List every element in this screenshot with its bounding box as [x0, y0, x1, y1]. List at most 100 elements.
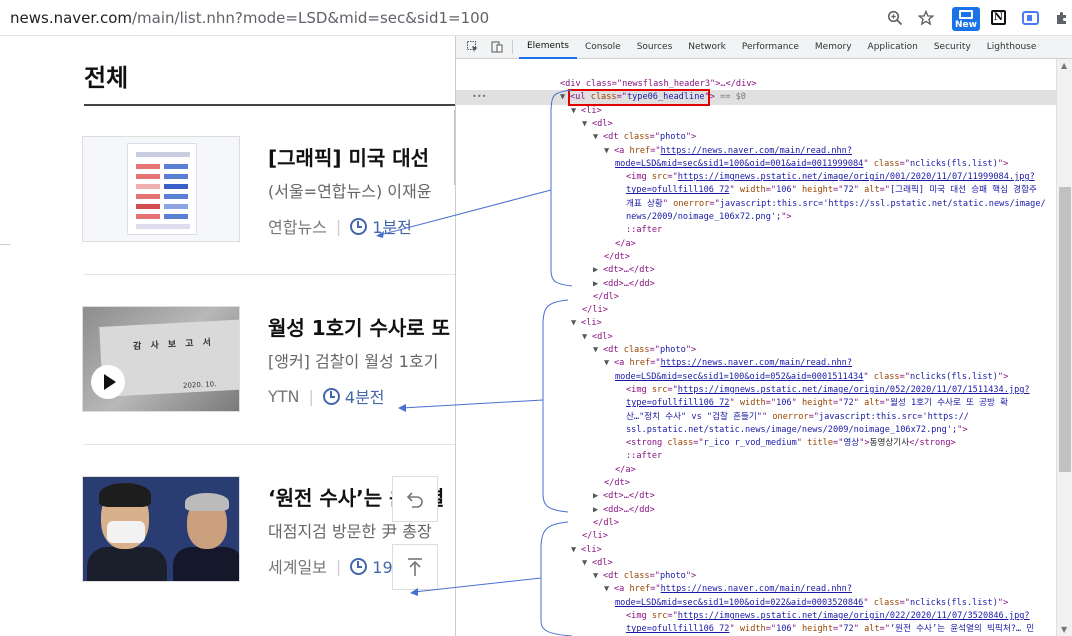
address-bar: news.naver.com/main/list.nhn?mode=LSD&mi… — [0, 0, 1072, 36]
tab-security[interactable]: Security — [926, 36, 979, 59]
dom-node-line[interactable]: </dt> — [604, 251, 630, 264]
dom-node-line[interactable]: </dt> — [604, 477, 630, 490]
article-title[interactable]: [그래픽] 미국 대선 — [268, 142, 429, 171]
dom-node-line[interactable]: </dl> — [593, 291, 619, 304]
tab-sources[interactable]: Sources — [629, 36, 681, 59]
tab-application[interactable]: Application — [860, 36, 926, 59]
news-list-page: 전체 [그래픽] 미국 대선 (서울=연합뉴스) 이재윤 연합뉴스 | 1분전 — [0, 36, 455, 636]
dom-node-line[interactable]: mode=LSD&mid=sec&sid1=100&oid=022&aid=00… — [615, 597, 1008, 610]
list-divider — [84, 274, 455, 275]
dom-node-line[interactable]: 개표 상황" onerror="javascript:this.src='htt… — [626, 198, 1046, 211]
dom-node-line[interactable]: ▼ <dl> — [582, 331, 613, 344]
article-source: 연합뉴스 — [268, 218, 327, 237]
new-extension-icon[interactable]: New — [952, 7, 980, 31]
tab-memory[interactable]: Memory — [807, 36, 860, 59]
notion-icon[interactable]: N — [991, 10, 1006, 25]
dom-node-line[interactable]: ssl.pstatic.net/static.news/image/news/2… — [626, 424, 968, 437]
meta-separator: | — [335, 216, 342, 236]
url-path: /main/list.nhn?mode=LSD&mid=sec&sid1=100 — [132, 9, 490, 27]
dom-node-line[interactable]: mode=LSD&mid=sec&sid1=100&oid=001&aid=00… — [615, 158, 1008, 171]
dom-node-line[interactable]: 산…"정치 수사" vs "검찰 흔들기"" onerror="javascri… — [626, 411, 969, 424]
tab-console[interactable]: Console — [577, 36, 629, 59]
article-source: 세계일보 — [268, 558, 327, 577]
clock-icon — [322, 387, 340, 405]
tab-network[interactable]: Network — [680, 36, 734, 59]
extension-icon[interactable] — [1022, 11, 1039, 25]
clock-icon — [350, 217, 368, 235]
dom-node-line[interactable]: ▶ <dd>…</dd> — [593, 278, 655, 291]
dom-node-line[interactable]: <img src="https://imgnews.pstatic.net/im… — [626, 610, 1030, 623]
tab-lighthouse[interactable]: Lighthouse — [979, 36, 1045, 59]
dom-node-line[interactable]: ▼ <dl> — [582, 118, 613, 131]
article-time: 1분전 — [372, 218, 412, 237]
infographic-image — [127, 143, 197, 235]
article-meta: 연합뉴스 | 1분전 — [268, 214, 412, 238]
dom-node-line[interactable]: ▶ <dd>…</dd> — [593, 504, 655, 517]
scroll-up-icon[interactable]: ▲ — [1061, 61, 1067, 70]
devtools-scrollbar-thumb[interactable] — [1059, 187, 1071, 472]
dom-node-line[interactable]: mode=LSD&mid=sec&sid1=100&oid=052&aid=00… — [615, 371, 1008, 384]
dom-node-line[interactable]: ▼ <a href="https://news.naver.com/main/re… — [604, 145, 852, 158]
article-title[interactable]: 월성 1호기 수사로 또 — [268, 312, 450, 341]
dom-node-line[interactable]: ▼ <dl> — [582, 557, 613, 570]
title-rule — [84, 104, 455, 106]
selected-node-highlight — [456, 90, 1056, 105]
dom-node-line[interactable]: </dl> — [593, 517, 619, 530]
article-time: 4분전 — [344, 388, 385, 407]
meta-separator: | — [335, 556, 342, 576]
dom-node-line[interactable]: type=ofullfill106_72" width="106" height… — [626, 623, 1034, 636]
dom-node-line[interactable]: ▼ <ul class="type06_headline"> == $0 — [560, 91, 746, 104]
star-icon[interactable] — [916, 8, 936, 28]
dom-node-line[interactable]: ::after — [626, 450, 662, 463]
dom-node-line[interactable]: ▼ <dt class="photo"> — [593, 131, 696, 144]
dom-node-line[interactable]: ▼ <dt class="photo"> — [593, 570, 696, 583]
devtools-tabbar: Elements Console Sources Network Perform… — [456, 36, 1072, 59]
puzzle-icon[interactable] — [1052, 8, 1072, 28]
dom-node-line[interactable]: ▼ <li> — [571, 105, 602, 118]
elements-tree[interactable]: ••• <div class="newsflash_header3">…</di… — [456, 59, 1056, 636]
devtools-scrollbar[interactable]: ▲ ▼ — [1056, 59, 1072, 636]
dom-node-line[interactable]: ::after — [626, 224, 662, 237]
article-thumbnail[interactable] — [82, 476, 240, 582]
dom-node-line[interactable]: </a> — [615, 464, 636, 477]
zoom-icon[interactable] — [885, 8, 905, 28]
url-field[interactable]: news.naver.com/main/list.nhn?mode=LSD&mi… — [10, 9, 489, 27]
scroll-down-icon[interactable]: ▼ — [1061, 625, 1067, 634]
dom-node-line[interactable]: <div class="newsflash_header3">…</div> — [560, 78, 757, 91]
article-thumbnail[interactable]: 감 사 보 고 서 2020. 10. — [82, 306, 240, 412]
dom-node-line[interactable]: ▼ <li> — [571, 544, 602, 557]
device-toggle-icon[interactable] — [490, 40, 504, 54]
play-icon[interactable] — [91, 365, 125, 399]
dom-node-line[interactable]: ▼ <li> — [571, 317, 602, 330]
article-meta: YTN | 4분전 — [268, 384, 385, 408]
dom-node-line[interactable]: ▼ <dt class="photo"> — [593, 344, 696, 357]
back-button[interactable] — [392, 476, 438, 522]
article-thumbnail[interactable] — [82, 136, 240, 242]
devtools-panel: Elements Console Sources Network Perform… — [455, 36, 1072, 636]
dom-node-line[interactable]: <strong class="r_ico r_vod_medium" title… — [626, 437, 956, 450]
scroll-top-button[interactable] — [392, 544, 438, 590]
dom-node-line[interactable]: news/2009/noimage_106x72.png';"> — [626, 211, 792, 224]
dom-node-line[interactable]: </li> — [582, 530, 608, 543]
dom-node-line[interactable]: ▼ <a href="https://news.naver.com/main/re… — [604, 583, 852, 596]
dom-node-line[interactable]: type=ofullfill106_72" width="106" height… — [626, 397, 1008, 410]
tab-elements[interactable]: Elements — [519, 36, 577, 59]
article-source: YTN — [268, 386, 300, 406]
page-title: 전체 — [84, 64, 129, 92]
inspect-icon[interactable] — [466, 40, 480, 54]
dom-node-line[interactable]: ▶ <dt>…</dt> — [593, 264, 655, 277]
clock-icon — [350, 557, 368, 575]
dom-node-line[interactable]: </a> — [615, 238, 636, 251]
dom-node-line[interactable]: ▶ <dt>…</dt> — [593, 490, 655, 503]
dom-node-line[interactable]: </li> — [582, 304, 608, 317]
meta-separator: | — [308, 386, 314, 406]
dom-node-line[interactable]: ▼ <a href="https://news.naver.com/main/re… — [604, 357, 852, 370]
dom-node-line[interactable]: type=ofullfill106_72" width="106" height… — [626, 184, 1037, 197]
new-badge-label: New — [955, 20, 977, 30]
tab-performance[interactable]: Performance — [734, 36, 807, 59]
dom-node-line[interactable]: <img src="https://imgnews.pstatic.net/im… — [626, 171, 1035, 184]
url-host: news.naver.com — [10, 9, 132, 27]
more-icon[interactable]: ••• — [472, 92, 486, 101]
list-divider — [84, 444, 455, 445]
dom-node-line[interactable]: <img src="https://imgnews.pstatic.net/im… — [626, 384, 1030, 397]
